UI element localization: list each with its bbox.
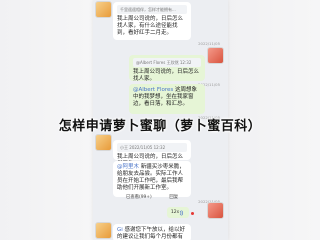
voice-message[interactable]: 12s <box>167 207 189 218</box>
avatar[interactable] <box>95 1 112 18</box>
message-bubble[interactable]: 千里遥遥相伴，怎样才能拥有... 我上周公司说的，日后怎么找人家，有什么途径能找… <box>113 2 191 40</box>
avatar[interactable] <box>207 202 224 219</box>
viewed-button[interactable]: 已查看(99+) <box>126 195 152 201</box>
action-row: 已查看(99+) 回复 <box>117 195 187 201</box>
message-text: 感谢您下午放以，给以好的建议让我们每个月份都有了好的。 <box>117 227 186 240</box>
page-title: 怎样申请萝卜蜜聊（萝卜蜜百科） <box>58 119 262 134</box>
quoted-text: @Albert Flores 王欣然 12:32 <box>133 58 201 67</box>
message-bubble[interactable]: Gi 感谢您下午放以，给以好的建议让我们每个月份都有了好的。 <box>113 224 191 240</box>
message-text: 我上周公司说的，日后怎么找人家，有什么途径能找到，看好红手二月走。 <box>117 16 184 36</box>
timestamp: 2022/11/05 <box>198 41 220 46</box>
voice-duration: 12s <box>170 210 180 215</box>
avatar[interactable] <box>95 134 112 151</box>
message-text: 我上周公司说的，日后怎么找人家。 <box>133 69 200 82</box>
reply-button[interactable]: 回复 <box>169 195 178 201</box>
message-bubble[interactable]: @Albert Flores 王欣然 12:32 我上周公司说的，日后怎么找人家… <box>129 55 205 82</box>
mention[interactable]: @Albert Flores <box>133 87 173 93</box>
avatar[interactable] <box>207 47 224 64</box>
wave-icon <box>179 209 184 216</box>
quoted-sender: Gi <box>117 227 123 233</box>
message-bubble[interactable]: @阿里木 新疆买沙枣米脆，给朋友去品尝。实际工作人员在开始工作吧，最后我帮助他们… <box>113 161 191 200</box>
avatar[interactable] <box>95 222 112 239</box>
unread-dot <box>191 212 194 215</box>
quoted-text: 小王 2022/11/05 12:32 <box>117 143 187 152</box>
quoted-text: 千里遥遥相伴，怎样才能拥有... <box>117 5 187 14</box>
message-bubble[interactable]: @Albert Flores 这周想象中的我梦想，坐在我家窗边，看日落，和汇总。 <box>129 84 205 114</box>
message-bubble[interactable]: 小王 2022/11/05 12:32 我上周公司说的，日后怎么样工作。 <box>113 140 191 167</box>
mention[interactable]: @阿里木 <box>117 164 139 170</box>
